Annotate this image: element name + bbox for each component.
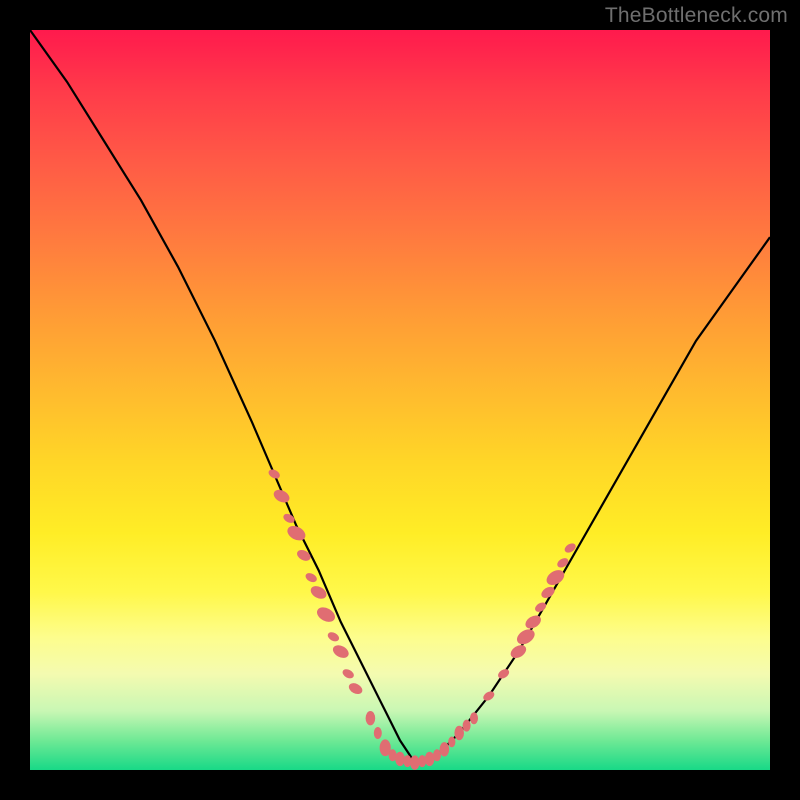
marker-point (267, 468, 281, 481)
marker-point (295, 548, 312, 563)
marker-point (395, 752, 405, 766)
marker-point (454, 726, 464, 740)
marker-point (410, 755, 420, 769)
marker-point (341, 667, 355, 680)
marker-point (523, 613, 543, 631)
marker-point (448, 737, 455, 748)
marker-point (440, 742, 450, 756)
marker-point (496, 667, 510, 680)
marker-point (508, 642, 528, 660)
marker-point (425, 752, 435, 766)
marker-point (470, 712, 478, 724)
marker-point (347, 681, 364, 696)
marker-point (374, 727, 382, 739)
marker-point (463, 720, 471, 732)
marker-point (326, 630, 340, 643)
chart-frame: TheBottleneck.com (0, 0, 800, 800)
marker-point (331, 643, 351, 661)
marker-point (366, 711, 376, 725)
marker-point (556, 556, 570, 569)
highlighted-points-group (267, 468, 577, 770)
bottleneck-curve (30, 30, 770, 763)
marker-point (514, 626, 537, 647)
chart-svg (30, 30, 770, 770)
watermark-text: TheBottleneck.com (605, 4, 788, 28)
chart-plot-area (30, 30, 770, 770)
marker-point (304, 571, 318, 584)
